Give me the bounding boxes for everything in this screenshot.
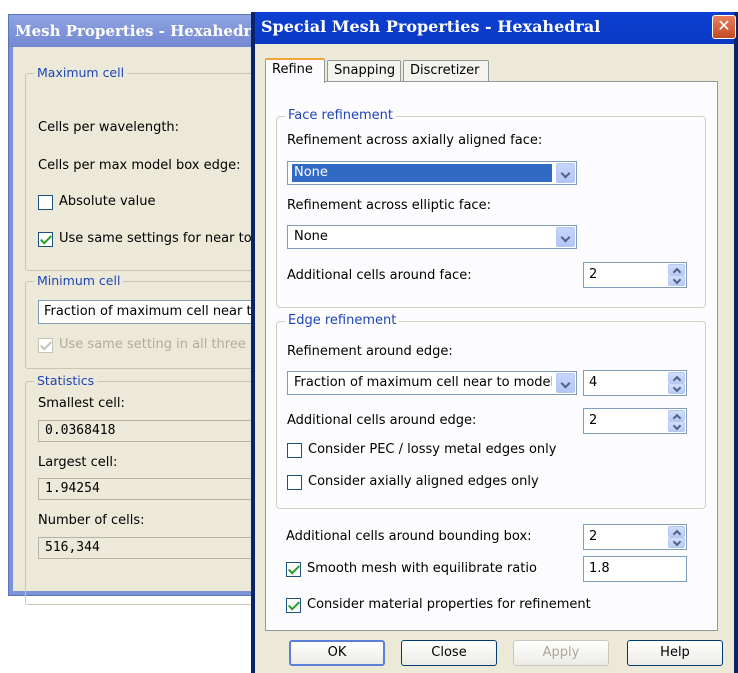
edge-refinement-group: Edge refinement Refinement around edge: … [276,313,706,509]
spinner-buttons [668,410,685,432]
additional-cells-face-label: Additional cells around face: [287,268,472,283]
spin-down-icon[interactable] [668,275,685,286]
close-button[interactable]: Close [401,640,497,666]
absolute-value-label: Absolute value [59,194,156,209]
spin-down-icon[interactable] [668,421,685,432]
dialog-client: Refine Snapping Discretizer Face refinem… [255,44,734,673]
spin-up-icon[interactable] [668,372,685,383]
use-same-setting-checkbox[interactable] [38,338,53,353]
refinement-around-edge-spinner[interactable]: 4 [583,370,687,396]
statistics-group: Statistics Smallest cell: 0.0368418 Larg… [25,373,287,605]
spin-down-icon[interactable] [668,383,685,394]
number-of-cells-label: Number of cells: [38,513,145,528]
face-refinement-legend: Face refinement [285,108,397,123]
use-same-settings-label: Use same settings for near to [59,231,252,246]
tab-refine[interactable]: Refine [265,58,325,83]
refinement-around-edge-value: Fraction of maximum cell near to model [294,375,552,390]
material-properties-label: Consider material properties for refinem… [307,597,591,612]
axially-aligned-edges-label: Consider axially aligned edges only [308,474,539,489]
chevron-down-icon[interactable] [556,227,575,247]
bounding-box-cells-label: Additional cells around bounding box: [286,529,532,544]
mesh-properties-titlebar[interactable]: Mesh Properties - Hexahedral [9,15,269,47]
cells-per-wavelength-label: Cells per wavelength: [38,120,180,135]
smooth-mesh-label: Smooth mesh with equilibrate ratio [307,561,537,576]
pec-edges-only-label: Consider PEC / lossy metal edges only [308,442,557,457]
dialog-titlebar[interactable]: Special Mesh Properties - Hexahedral ✕ [255,12,736,44]
refinement-around-edge-label: Refinement around edge: [287,344,453,359]
additional-cells-edge-spinner[interactable]: 2 [583,408,687,434]
refinement-around-edge-dropdown[interactable]: Fraction of maximum cell near to model [287,371,577,395]
spinner-buttons [668,526,685,548]
refine-tab-panel: Face refinement Refinement across axiall… [265,81,718,631]
spin-up-icon[interactable] [668,264,685,275]
chevron-down-icon[interactable] [556,373,575,393]
largest-cell-label: Largest cell: [38,455,118,470]
pec-edges-only-checkbox[interactable] [287,443,302,458]
minimum-cell-legend: Minimum cell [34,273,124,288]
smallest-cell-value: 0.0368418 [38,420,286,442]
additional-cells-edge-value: 2 [589,413,598,428]
maximum-cell-legend: Maximum cell [34,65,128,80]
number-of-cells-value: 516,344 [38,537,286,559]
equilibrate-ratio-field[interactable]: 1.8 [583,556,687,582]
spinner-buttons [668,264,685,286]
elliptic-face-label: Refinement across elliptic face: [287,198,491,213]
edge-refinement-legend: Edge refinement [285,313,400,328]
additional-cells-edge-label: Additional cells around edge: [287,413,477,428]
face-refinement-group: Face refinement Refinement across axiall… [276,108,706,308]
dialog-title: Special Mesh Properties - Hexahedral [261,17,601,36]
chevron-down-icon[interactable] [556,163,575,183]
close-icon[interactable]: ✕ [712,15,736,39]
mesh-properties-window: Mesh Properties - Hexahedral Maximum cel… [8,14,287,605]
spin-up-icon[interactable] [668,410,685,421]
cells-per-max-edge-label: Cells per max model box edge: [38,158,241,173]
spin-up-icon[interactable] [668,526,685,537]
axially-aligned-edges-checkbox[interactable] [287,475,302,490]
tab-discretizer[interactable]: Discretizer [403,60,489,82]
bounding-box-cells-value: 2 [589,529,598,544]
largest-cell-value: 1.94254 [38,478,286,500]
elliptic-face-dropdown[interactable]: None [287,225,577,249]
special-mesh-properties-dialog: Special Mesh Properties - Hexahedral ✕ R… [251,12,738,673]
spinner-buttons [668,372,685,394]
axially-face-value: None [292,164,552,182]
ok-button[interactable]: OK [289,640,385,666]
use-same-settings-checkbox[interactable] [38,232,53,247]
statistics-legend: Statistics [34,373,98,388]
elliptic-face-value: None [294,229,328,244]
minimum-cell-group: Minimum cell Fraction of maximum cell ne… [25,273,287,369]
help-button[interactable]: Help [627,640,723,666]
minimum-cell-dropdown[interactable]: Fraction of maximum cell near to [38,300,286,324]
absolute-value-checkbox[interactable] [38,195,53,210]
additional-cells-face-value: 2 [589,267,598,282]
refinement-around-edge-number: 4 [589,375,598,390]
smooth-mesh-checkbox[interactable] [286,562,301,577]
material-properties-checkbox[interactable] [286,598,301,613]
mesh-properties-client: Maximum cell Cells per wavelength: Cells… [13,47,287,605]
use-same-setting-label: Use same setting in all three [59,337,246,352]
maximum-cell-group: Maximum cell Cells per wavelength: Cells… [25,65,287,271]
spin-down-icon[interactable] [668,537,685,548]
axially-face-label: Refinement across axially aligned face: [287,133,543,148]
tab-snapping[interactable]: Snapping [327,60,401,82]
axially-face-dropdown[interactable]: None [287,161,577,185]
additional-cells-face-spinner[interactable]: 2 [583,262,687,288]
apply-button[interactable]: Apply [513,640,609,666]
smallest-cell-label: Smallest cell: [38,396,125,411]
bounding-box-cells-spinner[interactable]: 2 [583,524,687,550]
